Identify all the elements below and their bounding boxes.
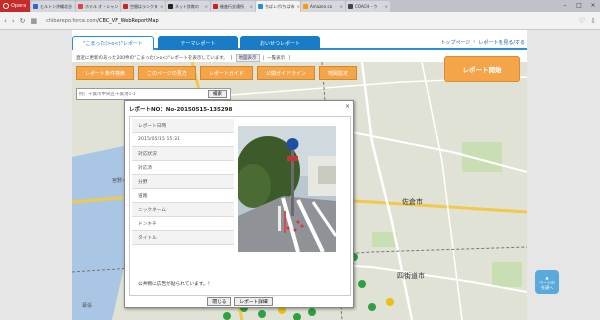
window-controls: – □ × [558,0,600,12]
address-search-input[interactable] [79,91,179,97]
report-fields: レポート日時 2015/05/15 15:31 対応状況 対応済 分野 道路 ニ… [132,119,234,245]
close-window-icon[interactable]: × [586,0,600,12]
page-content: "こまった(>o<)"レポート テーマレポート おいせつレポート トップページ … [72,30,527,320]
close-tab-icon[interactable]: × [74,4,75,9]
field-label-datetime: レポート日時 [132,119,234,133]
close-tab-icon[interactable]: × [385,4,388,9]
map-label-makuhari: 幕張 [82,302,92,309]
tab-thanks-report[interactable]: おいせつレポート [240,36,320,50]
address-search: 検索 [76,88,231,100]
public-guideline-button[interactable]: 公開ガイドライン [256,66,315,80]
bookmark-icon[interactable]: ♡ [579,17,585,25]
map-view-toggle[interactable]: 地図表示 [235,54,260,62]
field-value-status: 対応済 [132,161,234,175]
top-links: トップページ › レポートを見る/する [440,39,525,46]
close-icon[interactable]: × [345,103,350,110]
chevron-right-icon: › [473,39,476,45]
url-field[interactable]: chibarepo.force.com/CBC_VF_WebReportMap [46,18,159,24]
map-label-sakura: 佐倉市 [402,197,423,206]
download-icon[interactable]: ⇩ [590,17,596,25]
list-view-link[interactable]: 一覧表示 [267,55,285,61]
page-top-button[interactable]: ▲ ページの 先頭へ [535,270,559,294]
address-bar: ‹ › ↻ ▦ chibarepo.force.com/CBC_VF_WebRe… [0,12,600,30]
opera-logo-icon [3,3,9,9]
speed-dial-icon[interactable]: ▦ [31,17,38,25]
favicon-icon [258,4,263,9]
report-message: 公共物に広告が貼られています。！ [138,282,213,287]
field-label-title: タイトル [132,231,234,245]
field-value-nickname: ドンキチ [132,217,234,231]
map-label-yotsukaido: 四街道市 [397,271,425,280]
report-popup: レポートNO：No-20150515-135298 × レポート日時 2015/… [124,100,354,308]
report-guide-button[interactable]: レポートガイド [199,66,253,80]
report-detail-panel: レポート日時 2015/05/15 15:31 対応状況 対応済 分野 道路 ニ… [129,116,351,296]
browser-tab[interactable]: 空間はランクヌ × [121,1,165,12]
browser-tab[interactable]: COACH - ウ × [346,1,390,12]
how-to-view-button[interactable]: このページの見方 [138,66,196,80]
maximize-icon[interactable]: □ [572,0,586,12]
field-label-nickname: ニックネーム [132,203,234,217]
favicon-icon [348,4,353,9]
browser-tab-bar: Opera ヒルトン沖縄北谷× ホテル オ・シャン× 空間はランクヌ× ネット詐… [0,0,600,12]
browser-tab[interactable]: 後進行交通所 × [211,1,255,12]
tab-theme-report[interactable]: テーマレポート [158,36,238,50]
report-photo[interactable] [238,126,336,252]
minimize-icon[interactable]: – [558,0,572,12]
notice-line: 直近に更新のあった200件の"こまった(>o<)"レポートを表示しています。 [… [76,54,290,62]
map-settings-button[interactable]: 地図設定 [318,66,357,80]
favicon-icon [213,4,218,9]
popup-button-row: 閉じる レポート詳細 [125,297,355,306]
close-tab-icon[interactable]: × [250,4,253,9]
close-button[interactable]: 閉じる [207,297,232,306]
browser-tab[interactable]: Amazon.co × [301,1,345,12]
back-icon[interactable]: ‹ [4,17,7,25]
close-tab-icon[interactable]: × [340,4,343,9]
report-number: レポートNO：No-20150515-135298 [129,107,233,113]
top-page-link[interactable]: トップページ [440,39,470,46]
field-value-datetime: 2015/05/15 15:31 [132,133,234,147]
tab-komatta-report[interactable]: "こまった(>o<)"レポート [72,36,154,50]
close-tab-icon[interactable]: × [160,4,163,9]
field-label-category: 分野 [132,175,234,189]
favicon-icon [33,4,38,9]
nav-button-row: レポート条件検索 このページの見方 レポートガイド 公開ガイドライン 地図設定 [76,66,357,80]
browser-tab[interactable]: ホテル オ・シャン× [76,1,120,12]
close-tab-icon[interactable]: × [205,4,208,9]
search-conditions-button[interactable]: レポート条件検索 [76,66,135,80]
notice-text: 直近に更新のあった200件の"こまった(>o<)"レポートを表示しています。 [76,56,228,61]
reload-icon[interactable]: ↻ [20,17,26,25]
favicon-icon [123,4,128,9]
opera-menu-button[interactable]: Opera [0,0,30,12]
favicon-icon [168,4,173,9]
field-label-status: 対応状況 [132,147,234,161]
opera-label: Opera [11,3,27,9]
forward-icon[interactable]: › [12,17,15,25]
browser-tab[interactable]: ネット詐欺の × [166,1,210,12]
browser-tab[interactable]: ヒルトン沖縄北谷× [31,1,75,12]
browser-tab-active[interactable]: ちばレポ(ちば市 × [256,1,300,12]
report-detail-button[interactable]: レポート詳細 [234,297,273,306]
report-start-button[interactable]: レポート開始 [444,56,520,82]
search-button[interactable]: 検索 [208,90,227,98]
favicon-icon [78,4,83,9]
page-viewport: "こまった(>o<)"レポート テーマレポート おいせつレポート トップページ … [0,30,600,320]
field-value-category: 道路 [132,189,234,203]
favicon-icon [303,4,308,9]
page-header: "こまった(>o<)"レポート テーマレポート おいせつレポート トップページ … [72,30,527,50]
report-view-link[interactable]: レポートを見る/する [478,39,525,46]
close-tab-icon[interactable]: × [297,4,300,9]
